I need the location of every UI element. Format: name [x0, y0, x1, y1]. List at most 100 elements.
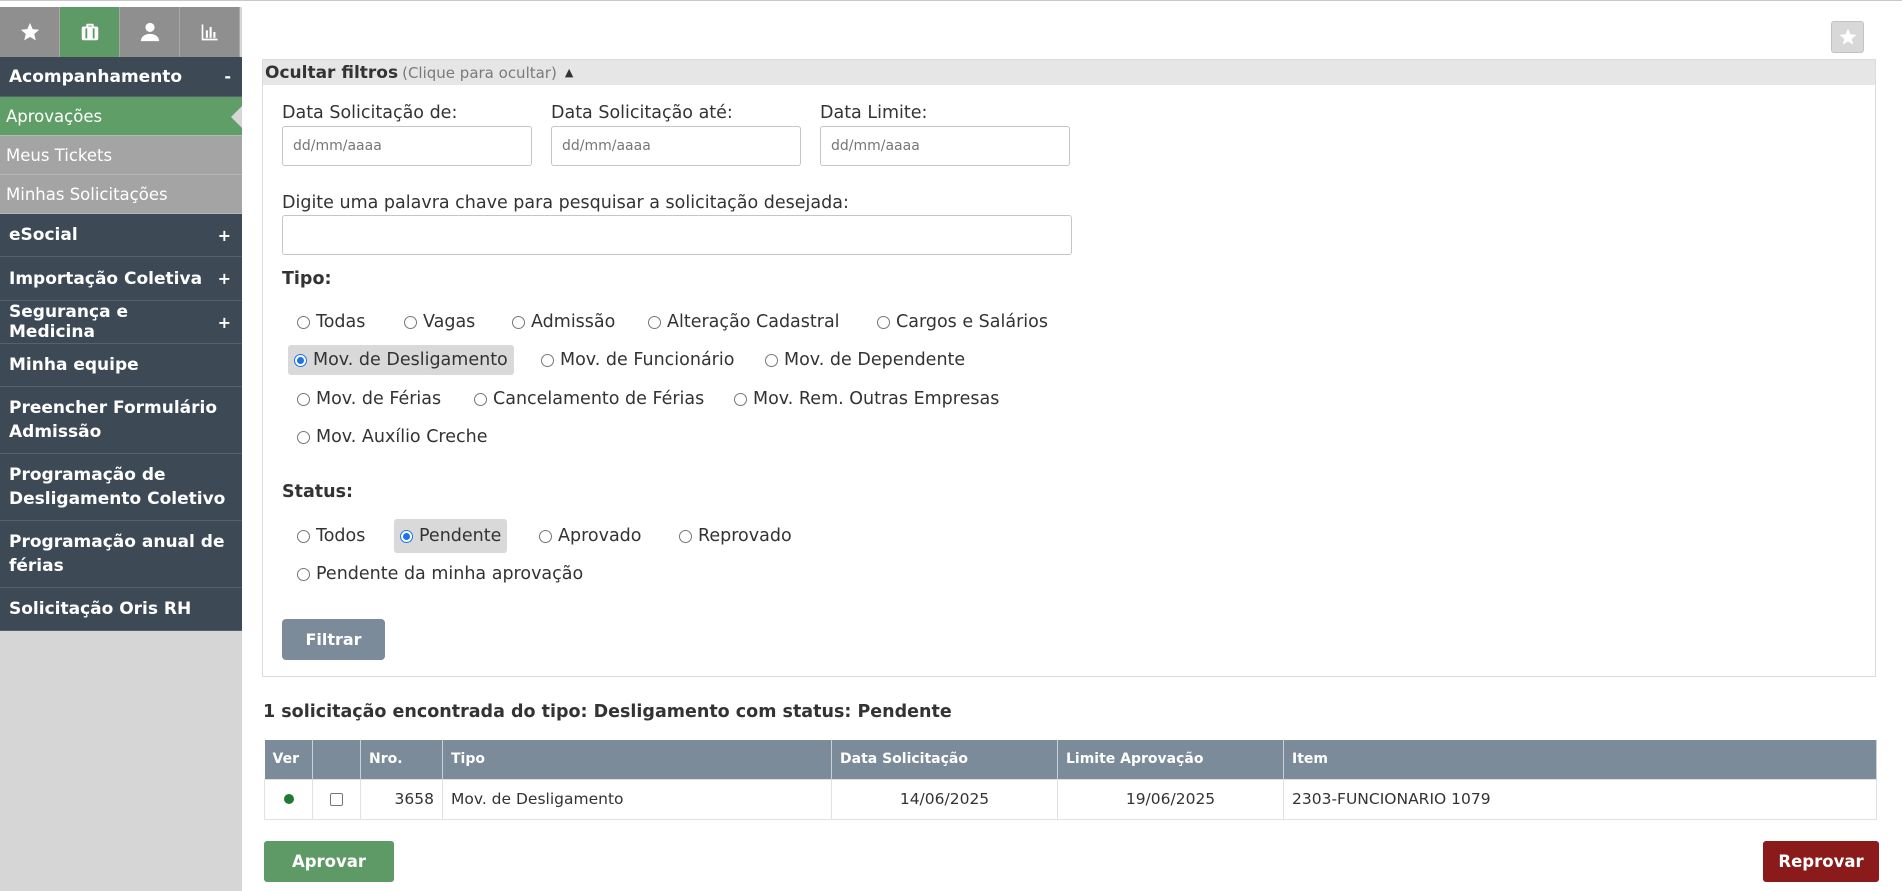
- tipo-option-label: Mov. de Funcionário: [560, 350, 735, 370]
- results-table: Ver Nro. Tipo Data Solicitação Limite Ap…: [264, 740, 1877, 820]
- requests-tab[interactable]: [60, 7, 120, 57]
- favorites-tab[interactable]: [0, 7, 60, 57]
- date-from-input[interactable]: [282, 126, 532, 166]
- status-option-aprovado[interactable]: Aprovado: [533, 521, 648, 551]
- tipo-option-alteracao-cadastral[interactable]: Alteração Cadastral: [642, 307, 846, 337]
- tipo-option-mov-rem-outras[interactable]: Mov. Rem. Outras Empresas: [728, 384, 1005, 414]
- icon-tab-bar: [0, 7, 242, 57]
- tipo-option-mov-ferias[interactable]: Mov. de Férias: [291, 384, 447, 414]
- menu-solicitacao-oris-label: Solicitação Oris RH: [9, 599, 192, 619]
- tipo-option-label: Cargos e Salários: [896, 312, 1048, 332]
- tipo-option-label: Mov. Rem. Outras Empresas: [753, 389, 1000, 409]
- reports-tab[interactable]: [180, 7, 240, 57]
- tipo-option-mov-funcionario[interactable]: Mov. de Funcionário: [535, 345, 740, 375]
- submenu-minhas-solicitacoes[interactable]: Minhas Solicitações: [0, 175, 242, 214]
- column-nro: Nro.: [360, 740, 443, 779]
- status-option-pendente-minha[interactable]: Pendente da minha aprovação: [291, 559, 589, 589]
- status-option-reprovado[interactable]: Reprovado: [673, 521, 798, 551]
- user-icon: [140, 22, 159, 42]
- submenu-meus-tickets[interactable]: Meus Tickets: [0, 136, 242, 175]
- menu-programacao-ferias-label: Programação anual de férias: [9, 532, 225, 576]
- add-favorite-button[interactable]: [1831, 21, 1864, 53]
- nro-cell: 3658: [360, 778, 443, 820]
- result-summary: 1 solicitação encontrada do tipo: Deslig…: [263, 702, 952, 722]
- expand-icon[interactable]: +: [218, 269, 233, 288]
- submenu-aprovacoes[interactable]: Aprovações: [0, 97, 242, 136]
- menu-acompanhamento-label: Acompanhamento: [9, 66, 183, 87]
- status-option-label: Aprovado: [558, 526, 642, 546]
- table-header-row: Ver Nro. Tipo Data Solicitação Limite Ap…: [264, 740, 1877, 779]
- tipo-option-label: Mov. de Dependente: [784, 350, 966, 370]
- status-option-todos[interactable]: Todos: [291, 521, 371, 551]
- tipo-option-label: Mov. de Férias: [316, 389, 442, 409]
- status-option-label: Todos: [316, 526, 366, 546]
- reject-button[interactable]: Reprovar: [1763, 841, 1879, 882]
- menu-minha-equipe-label: Minha equipe: [9, 355, 139, 375]
- radio-icon: [297, 315, 310, 329]
- tipo-option-label: Alteração Cadastral: [667, 312, 840, 332]
- menu-minha-equipe[interactable]: Minha equipe: [0, 344, 242, 387]
- date-to-label: Data Solicitação até:: [551, 103, 733, 123]
- date-to-input[interactable]: [551, 126, 801, 166]
- radio-icon: [648, 315, 661, 329]
- tipo-option-cargos-salarios[interactable]: Cargos e Salários: [871, 307, 1054, 337]
- tipo-option-label: Todas: [316, 312, 366, 332]
- bar-chart-icon: [201, 24, 217, 41]
- menu-seguranca-medicina[interactable]: Segurança e Medicina +: [0, 301, 242, 344]
- radio-selected-icon: [400, 529, 413, 543]
- status-option-label: Pendente: [419, 526, 502, 546]
- date-limit-input[interactable]: [820, 126, 1070, 166]
- menu-programacao-desligamento-label: Programação de Desligamento Coletivo: [9, 465, 226, 509]
- radio-icon: [541, 353, 554, 367]
- table-row[interactable]: 3658 Mov. de Desligamento 14/06/2025 19/…: [264, 778, 1877, 820]
- tipo-option-mov-desligamento[interactable]: Mov. de Desligamento: [288, 345, 514, 375]
- menu-programacao-desligamento[interactable]: Programação de Desligamento Coletivo: [0, 454, 242, 521]
- sidebar: Acompanhamento - Aprovações Meus Tickets…: [0, 7, 242, 891]
- column-select: [312, 740, 361, 779]
- menu-esocial[interactable]: eSocial +: [0, 214, 242, 257]
- tipo-option-mov-dependente[interactable]: Mov. de Dependente: [759, 345, 971, 375]
- collapse-icon[interactable]: -: [224, 67, 233, 86]
- menu-seguranca-label: Segurança e Medicina: [9, 302, 128, 342]
- column-limite-aprovacao: Limite Aprovação: [1057, 740, 1284, 779]
- tipo-option-vagas[interactable]: Vagas: [398, 307, 481, 337]
- tipo-option-label: Mov. Auxílio Creche: [316, 427, 488, 447]
- menu-solicitacao-oris[interactable]: Solicitação Oris RH: [0, 588, 242, 631]
- menu-programacao-ferias[interactable]: Programação anual de férias: [0, 521, 242, 588]
- column-data-solicitacao: Data Solicitação: [831, 740, 1058, 779]
- radio-icon: [297, 567, 310, 581]
- status-option-label: Pendente da minha aprovação: [316, 564, 584, 584]
- expand-icon[interactable]: +: [218, 313, 233, 332]
- tipo-option-label: Admissão: [531, 312, 616, 332]
- star-icon: [20, 22, 39, 41]
- radio-selected-icon: [294, 353, 307, 367]
- filter-toggle[interactable]: Ocultar filtros (Clique para ocultar) ▲: [263, 60, 1875, 85]
- status-label: Status:: [282, 482, 354, 502]
- data-solicitacao-cell: 14/06/2025: [831, 778, 1058, 820]
- menu-preencher-formulario[interactable]: Preencher Formulário Admissão: [0, 387, 242, 454]
- row-checkbox[interactable]: [330, 793, 343, 806]
- view-cell[interactable]: [264, 778, 313, 820]
- keyword-search-input[interactable]: [282, 215, 1072, 255]
- tipo-option-cancelamento-ferias[interactable]: Cancelamento de Férias: [468, 384, 710, 414]
- status-option-label: Reprovado: [698, 526, 792, 546]
- tipo-option-todas[interactable]: Todas: [291, 307, 371, 337]
- date-from-label: Data Solicitação de:: [282, 103, 458, 123]
- tipo-option-label: Vagas: [423, 312, 476, 332]
- menu-acompanhamento[interactable]: Acompanhamento -: [0, 57, 242, 97]
- briefcase-icon: [81, 23, 98, 41]
- profile-tab[interactable]: [120, 7, 180, 57]
- tipo-option-mov-auxilio-creche[interactable]: Mov. Auxílio Creche: [291, 422, 493, 452]
- select-cell[interactable]: [312, 778, 361, 820]
- status-option-pendente[interactable]: Pendente: [394, 519, 508, 553]
- approve-button[interactable]: Aprovar: [264, 841, 394, 882]
- filter-button[interactable]: Filtrar: [282, 619, 385, 660]
- radio-icon: [877, 315, 890, 329]
- expand-icon[interactable]: +: [218, 226, 233, 245]
- menu-preencher-label: Preencher Formulário Admissão: [9, 398, 218, 442]
- tipo-option-admissao[interactable]: Admissão: [506, 307, 621, 337]
- tipo-label: Tipo:: [282, 269, 332, 289]
- status-dot-icon[interactable]: [283, 794, 294, 804]
- keyword-label: Digite uma palavra chave para pesquisar …: [282, 193, 849, 213]
- menu-importacao-coletiva[interactable]: Importação Coletiva +: [0, 257, 242, 301]
